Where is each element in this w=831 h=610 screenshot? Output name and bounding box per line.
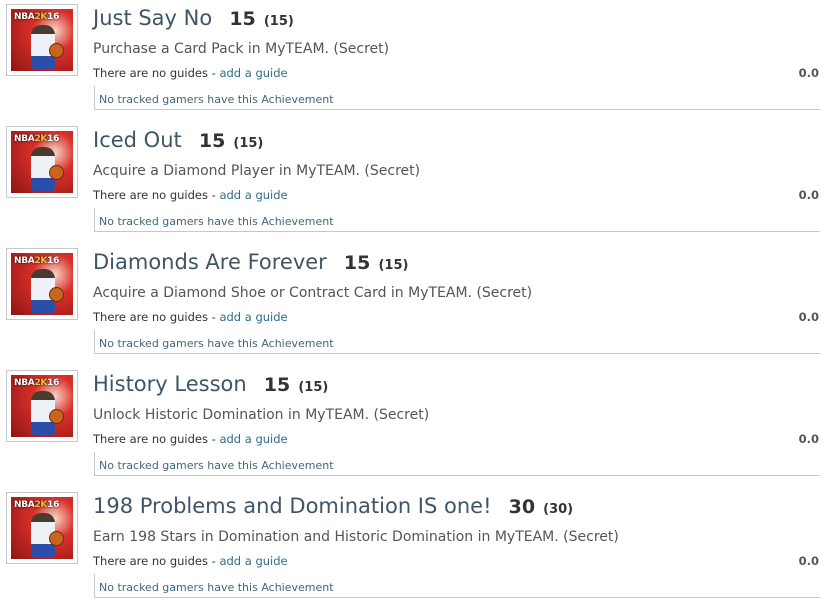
add-guide-link[interactable]: add a guide <box>219 310 287 324</box>
achievement-base-score: (15) <box>233 136 264 151</box>
game-thumbnail[interactable]: NBA2K16 <box>6 492 78 564</box>
achievement-header: Just Say No 15 (15) <box>93 6 294 30</box>
achievement-ratio: 0.0 <box>798 66 819 80</box>
game-logo: NBA2K16 <box>14 378 60 388</box>
achievement-item: NBA2K16 Diamonds Are Forever 15 (15) Acq… <box>0 244 831 366</box>
achievement-base-score: (15) <box>263 14 294 29</box>
achievement-item: NBA2K16 Iced Out 15 (15) Acquire a Diamo… <box>0 122 831 244</box>
achievement-description: Acquire a Diamond Shoe or Contract Card … <box>93 285 533 301</box>
guides-line: There are no guides - add a guide <box>93 432 288 446</box>
achievement-header: 198 Problems and Domination IS one! 30 (… <box>93 494 573 518</box>
game-logo: NBA2K16 <box>14 134 60 144</box>
guides-line: There are no guides - add a guide <box>93 310 288 324</box>
tracked-gamers-note: No tracked gamers have this Achievement <box>94 208 820 232</box>
guides-text: There are no guides - <box>93 554 220 568</box>
basketball-icon <box>49 531 64 546</box>
achievement-ratio: 0.0 <box>798 188 819 202</box>
guides-line: There are no guides - add a guide <box>93 66 288 80</box>
basketball-icon <box>49 287 64 302</box>
achievement-item: NBA2K16 Just Say No 15 (15) Purchase a C… <box>0 0 831 122</box>
achievement-description: Unlock Historic Domination in MyTEAM. (S… <box>93 407 430 423</box>
game-thumbnail[interactable]: NBA2K16 <box>6 126 78 198</box>
achievement-base-score: (30) <box>543 502 574 517</box>
achievement-header: Iced Out 15 (15) <box>93 128 263 152</box>
achievement-header: History Lesson 15 (15) <box>93 372 328 396</box>
tracked-gamers-note: No tracked gamers have this Achievement <box>94 330 820 354</box>
add-guide-link[interactable]: add a guide <box>219 188 287 202</box>
achievement-score: 15 <box>263 374 291 396</box>
add-guide-link[interactable]: add a guide <box>219 66 287 80</box>
guides-line: There are no guides - add a guide <box>93 188 288 202</box>
guides-text: There are no guides - <box>93 432 220 446</box>
tracked-gamers-note: No tracked gamers have this Achievement <box>94 86 820 110</box>
guides-line: There are no guides - add a guide <box>93 554 288 568</box>
achievement-description: Purchase a Card Pack in MyTEAM. (Secret) <box>93 41 390 57</box>
game-logo: NBA2K16 <box>14 500 60 510</box>
basketball-icon <box>49 43 64 58</box>
game-cover-art: NBA2K16 <box>11 497 73 559</box>
achievement-ratio: 0.0 <box>798 310 819 324</box>
tracked-gamers-note: No tracked gamers have this Achievement <box>94 452 820 476</box>
achievement-title[interactable]: Iced Out <box>93 128 182 152</box>
achievement-description: Acquire a Diamond Player in MyTEAM. (Sec… <box>93 163 421 179</box>
game-thumbnail[interactable]: NBA2K16 <box>6 248 78 320</box>
achievement-title[interactable]: Just Say No <box>93 6 212 30</box>
guides-text: There are no guides - <box>93 188 220 202</box>
add-guide-link[interactable]: add a guide <box>219 432 287 446</box>
add-guide-link[interactable]: add a guide <box>219 554 287 568</box>
achievement-header: Diamonds Are Forever 15 (15) <box>93 250 408 274</box>
tracked-gamers-note: No tracked gamers have this Achievement <box>94 574 820 598</box>
achievement-item: NBA2K16 198 Problems and Domination IS o… <box>0 488 831 610</box>
game-logo: NBA2K16 <box>14 12 60 22</box>
achievement-score: 15 <box>229 8 256 30</box>
game-thumbnail[interactable]: NBA2K16 <box>6 370 78 442</box>
achievement-description: Earn 198 Stars in Domination and Histori… <box>93 529 619 545</box>
game-cover-art: NBA2K16 <box>11 375 73 437</box>
achievement-score: 15 <box>343 252 371 274</box>
game-cover-art: NBA2K16 <box>11 9 73 71</box>
achievement-list: NBA2K16 Just Say No 15 (15) Purchase a C… <box>0 0 831 601</box>
achievement-score: 15 <box>198 130 226 152</box>
game-cover-art: NBA2K16 <box>11 253 73 315</box>
achievement-ratio: 0.0 <box>798 432 819 446</box>
game-cover-art: NBA2K16 <box>11 131 73 193</box>
basketball-icon <box>49 409 64 424</box>
game-thumbnail[interactable]: NBA2K16 <box>6 4 78 76</box>
achievement-score: 30 <box>508 496 536 518</box>
achievement-base-score: (15) <box>378 258 409 273</box>
guides-text: There are no guides - <box>93 66 220 80</box>
achievement-ratio: 0.0 <box>798 554 819 568</box>
achievement-base-score: (15) <box>298 380 329 395</box>
game-logo: NBA2K16 <box>14 256 60 266</box>
guides-text: There are no guides - <box>93 310 220 324</box>
achievement-title[interactable]: 198 Problems and Domination IS one! <box>93 494 492 518</box>
achievement-title[interactable]: History Lesson <box>93 372 247 396</box>
achievement-item: NBA2K16 History Lesson 15 (15) Unlock Hi… <box>0 366 831 488</box>
achievement-title[interactable]: Diamonds Are Forever <box>93 250 327 274</box>
basketball-icon <box>49 165 64 180</box>
